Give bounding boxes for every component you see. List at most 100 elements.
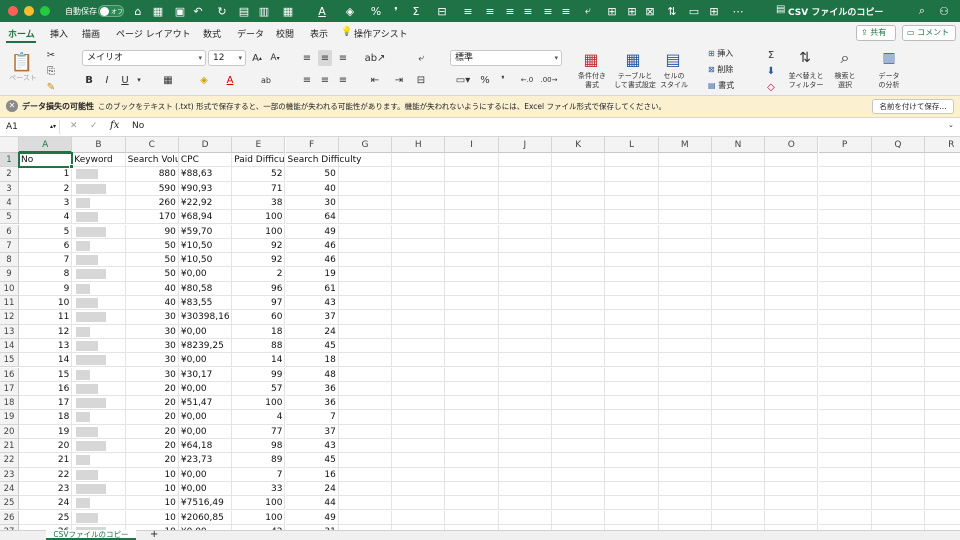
paid-difficulty-cell[interactable]: 89 xyxy=(232,453,286,468)
grid-cell[interactable] xyxy=(392,367,446,382)
no-cell[interactable]: 25 xyxy=(19,510,73,525)
conditional-format-icon[interactable]: ▦ xyxy=(580,48,602,70)
no-cell[interactable]: 7 xyxy=(19,253,73,268)
search-difficulty-cell[interactable]: 45 xyxy=(285,453,339,468)
row-header[interactable]: 15 xyxy=(0,353,19,368)
grid-cell[interactable] xyxy=(711,238,766,254)
grid-cell[interactable] xyxy=(338,381,393,397)
grid-cell[interactable] xyxy=(392,238,446,254)
search-difficulty-cell[interactable]: 49 xyxy=(285,224,339,239)
grid-cell[interactable] xyxy=(765,496,819,511)
grid-cell[interactable] xyxy=(338,496,393,511)
row-header[interactable]: 10 xyxy=(0,281,19,296)
grid-cell[interactable] xyxy=(392,496,446,511)
column-header[interactable]: O xyxy=(765,137,819,153)
grid-cell[interactable] xyxy=(658,467,712,482)
grid-cell[interactable] xyxy=(338,195,393,211)
search-difficulty-cell[interactable]: 61 xyxy=(285,281,339,296)
search-volume-cell[interactable]: 30 xyxy=(125,338,179,354)
grid-cell[interactable] xyxy=(338,210,393,225)
column-header[interactable]: A xyxy=(19,137,73,153)
paid-difficulty-cell[interactable]: 38 xyxy=(232,195,286,211)
row-header[interactable]: 13 xyxy=(0,324,19,339)
grid-cell[interactable] xyxy=(552,481,606,497)
cpc-cell[interactable]: ¥7516,49 xyxy=(178,496,233,511)
grid-cell[interactable] xyxy=(925,339,960,354)
grid-cell[interactable] xyxy=(818,396,872,411)
grid-cell[interactable] xyxy=(552,453,606,468)
search-volume-cell[interactable]: 590 xyxy=(125,181,179,196)
grid-cell[interactable] xyxy=(818,310,872,325)
no-cell[interactable]: 24 xyxy=(19,496,73,511)
tab-data[interactable]: データ xyxy=(237,27,264,40)
autosave-toggle[interactable]: オフ xyxy=(98,5,124,17)
grid-cell[interactable] xyxy=(925,239,960,254)
search-difficulty-cell[interactable]: 45 xyxy=(285,338,339,354)
cell-styles-icon[interactable]: ▤ xyxy=(662,48,684,70)
search-difficulty-cell[interactable]: 37 xyxy=(285,424,339,439)
grid-cell[interactable] xyxy=(445,410,499,425)
row-header[interactable]: 17 xyxy=(0,381,19,397)
paid-difficulty-cell[interactable]: 97 xyxy=(232,296,286,311)
column-header[interactable]: H xyxy=(392,137,446,153)
paid-difficulty-cell[interactable]: 4 xyxy=(232,410,286,425)
cpc-cell[interactable]: ¥10,50 xyxy=(178,238,233,254)
paid-difficulty-cell[interactable]: 60 xyxy=(232,310,286,325)
grid-cell[interactable] xyxy=(605,181,659,196)
name-box[interactable]: A1 ▴▾ xyxy=(2,120,60,134)
grid-cell[interactable] xyxy=(711,253,766,268)
search-difficulty-cell[interactable]: 24 xyxy=(285,481,339,497)
no-cell[interactable]: 18 xyxy=(19,410,73,425)
grid-cell[interactable] xyxy=(765,396,819,411)
paid-difficulty-cell[interactable]: 100 xyxy=(232,224,286,239)
sort-filter-label[interactable]: 並べ替えと フィルター xyxy=(784,72,828,90)
no-cell[interactable]: 8 xyxy=(19,267,73,282)
search-volume-cell[interactable]: 90 xyxy=(125,224,179,239)
row-header[interactable]: 8 xyxy=(0,253,19,268)
grid-cell[interactable] xyxy=(498,353,552,368)
tab-view[interactable]: 表示 xyxy=(310,27,328,40)
grid-cell[interactable] xyxy=(552,424,606,439)
no-cell[interactable]: 2 xyxy=(19,181,73,196)
row-header[interactable]: 19 xyxy=(0,410,19,425)
grid-cell[interactable] xyxy=(765,353,819,368)
grid-cell[interactable] xyxy=(605,281,659,296)
grid-cell[interactable] xyxy=(338,510,393,525)
grid-cell[interactable] xyxy=(871,453,926,468)
close-info-icon[interactable]: ✕ xyxy=(6,100,18,112)
grid-cell[interactable] xyxy=(552,381,606,397)
tab-tell-me[interactable]: 操作アシスト xyxy=(354,27,408,40)
grid-cell[interactable] xyxy=(338,367,393,382)
grid-cell[interactable] xyxy=(498,296,552,311)
tab-review[interactable]: 校閲 xyxy=(276,27,294,40)
percent-icon[interactable]: % xyxy=(368,3,384,19)
search-difficulty-cell[interactable]: 43 xyxy=(285,439,339,454)
redo-icon[interactable]: ↻ xyxy=(214,3,230,19)
grid-cell[interactable] xyxy=(392,181,446,196)
cpc-cell[interactable]: ¥80,58 xyxy=(178,281,233,296)
cpc-cell[interactable]: ¥0,00 xyxy=(178,410,233,425)
row-header[interactable]: 5 xyxy=(0,210,19,225)
grid-cell[interactable] xyxy=(445,338,499,354)
decrease-font-icon[interactable]: A ▾ xyxy=(268,50,282,66)
tab-formulas[interactable]: 数式 xyxy=(203,27,221,40)
paid-difficulty-cell[interactable]: 96 xyxy=(232,281,286,296)
cpc-cell[interactable]: ¥0,00 xyxy=(178,381,233,397)
grid-cell[interactable] xyxy=(711,367,766,382)
grid-cell[interactable] xyxy=(818,324,872,339)
align-top-icon[interactable]: ≡ xyxy=(520,3,536,19)
grid-cell[interactable] xyxy=(392,396,446,411)
search-difficulty-cell[interactable]: 48 xyxy=(285,367,339,382)
save-as-button[interactable]: 名前を付けて保存... xyxy=(872,99,954,114)
sort-icon[interactable]: ⇅ xyxy=(664,3,680,19)
grid-cell[interactable] xyxy=(871,310,926,325)
cpc-cell[interactable]: ¥51,47 xyxy=(178,396,233,411)
grid-cell[interactable] xyxy=(765,224,819,239)
grid-cell[interactable] xyxy=(818,253,872,268)
row-header[interactable]: 25 xyxy=(0,496,19,511)
grid-cell[interactable] xyxy=(818,181,872,196)
column-header[interactable]: P xyxy=(818,137,872,153)
grid-cell[interactable] xyxy=(605,367,659,382)
grid-cell[interactable] xyxy=(711,167,766,182)
paste-icon[interactable]: 📋 xyxy=(10,50,34,74)
